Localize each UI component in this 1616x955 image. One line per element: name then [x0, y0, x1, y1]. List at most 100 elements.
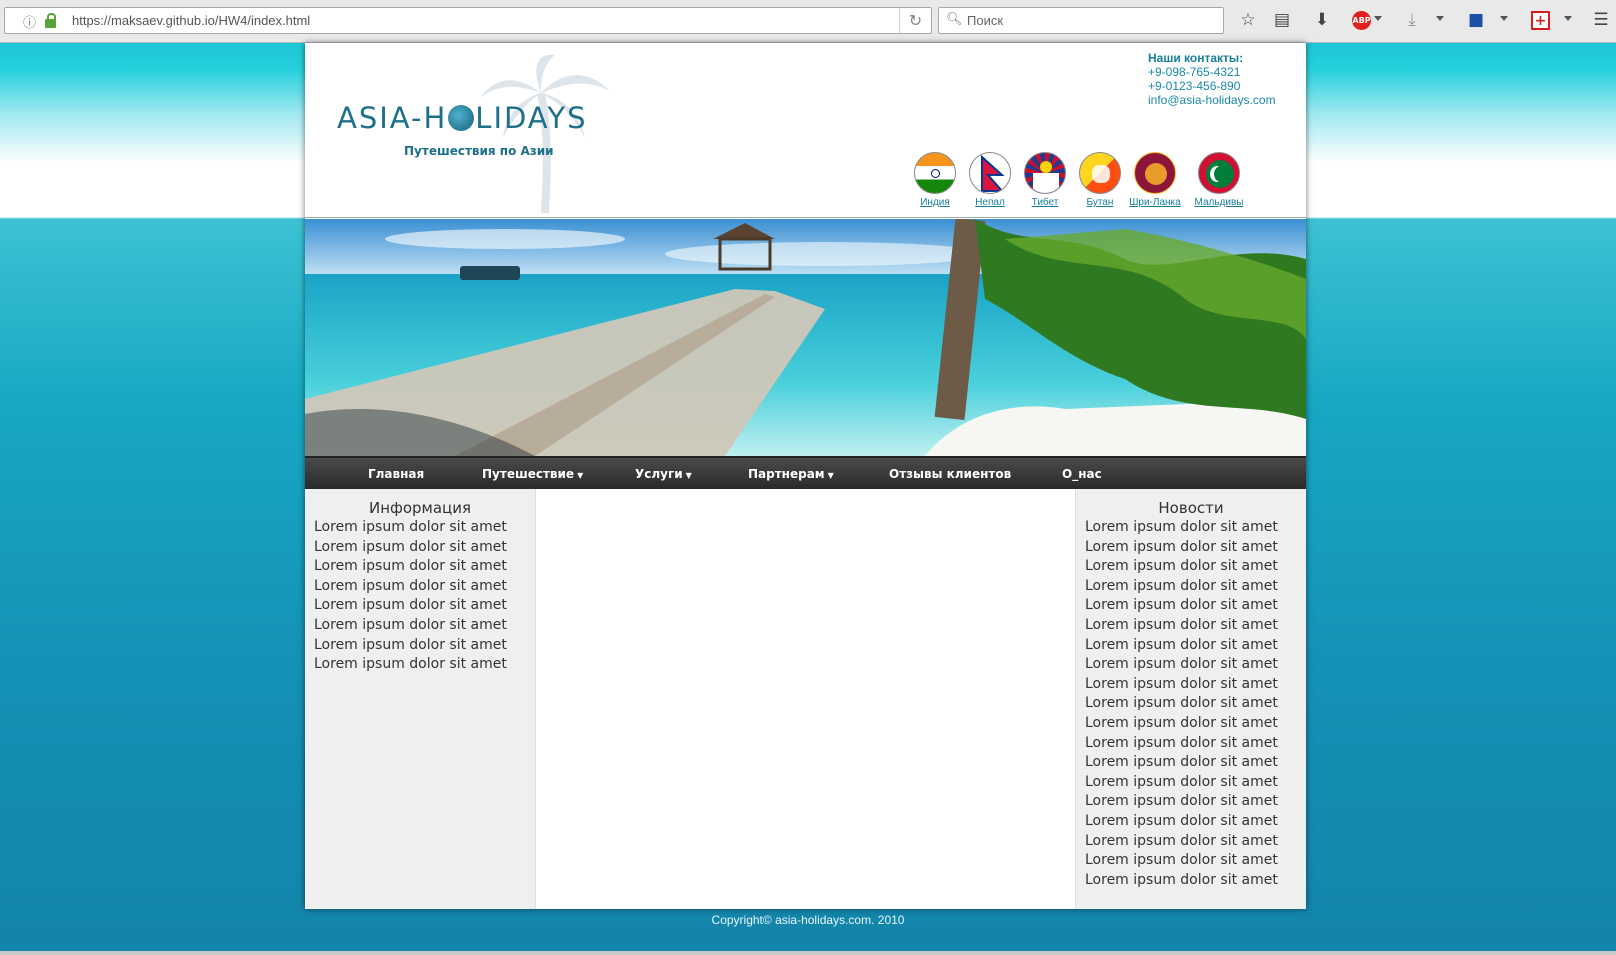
nav-item-about[interactable]: О_нас	[1062, 467, 1102, 481]
footer-copyright: Copyright© asia-holidays.com. 2010	[711, 913, 905, 927]
list-item[interactable]: Lorem ipsum dolor sit amet	[1085, 734, 1306, 754]
chevron-down-icon: ▼	[827, 471, 834, 480]
flag-label[interactable]: Мальдивы	[1189, 197, 1249, 208]
contact-email[interactable]: info@asia-holidays.com	[1148, 93, 1276, 107]
reload-icon[interactable]: ↻	[899, 8, 931, 33]
contacts-title: Наши контакты:	[1148, 51, 1244, 65]
list-item[interactable]: Lorem ipsum dolor sit amet	[314, 577, 535, 597]
list-item[interactable]: Lorem ipsum dolor sit amet	[314, 596, 535, 616]
search-placeholder[interactable]: Поиск	[967, 13, 1003, 28]
nav-label: Главная	[368, 467, 425, 481]
list-item[interactable]: Lorem ipsum dolor sit amet	[314, 538, 535, 558]
site-container: ASIA-H LIDAYS Путешествия по Азии Наши ко…	[305, 43, 1306, 909]
flag-link-srilanka[interactable]: Шри-Ланка	[1125, 152, 1185, 208]
site-tagline: Путешествия по Азии	[404, 144, 554, 158]
list-item[interactable]: Lorem ipsum dolor sit amet	[1085, 714, 1306, 734]
list-item[interactable]: Lorem ipsum dolor sit amet	[1085, 655, 1306, 675]
main-nav: Главная Путешествие ▼ Услуги ▼ Партнерам ▼ …	[305, 456, 1306, 489]
list-item[interactable]: Lorem ipsum dolor sit amet	[314, 518, 535, 538]
main-content	[536, 489, 1075, 909]
list-item[interactable]: Lorem ipsum dolor sit amet	[1085, 792, 1306, 812]
adblock-icon[interactable]: ABP	[1352, 11, 1371, 30]
download-arrow-icon[interactable]: ⬇	[1311, 9, 1333, 31]
list-item[interactable]: Lorem ipsum dolor sit amet	[1085, 518, 1306, 538]
flag-label[interactable]: Бутан	[1070, 197, 1130, 208]
flag-link-maldives[interactable]: Мальдивы	[1189, 152, 1249, 208]
list-item[interactable]: Lorem ipsum dolor sit amet	[1085, 812, 1306, 832]
logo-text-left: ASIA-H	[337, 101, 448, 135]
address-bar[interactable]: ⓘ https://maksaev.github.io/HW4/index.ht…	[4, 7, 932, 34]
flag-label[interactable]: Индия	[905, 197, 965, 208]
srilanka-flag-icon	[1134, 152, 1176, 194]
list-item[interactable]: Lorem ipsum dolor sit amet	[1085, 694, 1306, 714]
list-item[interactable]: Lorem ipsum dolor sit amet	[1085, 557, 1306, 577]
chevron-down-icon[interactable]	[1436, 16, 1444, 21]
globe-icon	[448, 105, 475, 131]
list-item[interactable]: Lorem ipsum dolor sit amet	[314, 655, 535, 675]
nepal-flag-icon	[969, 152, 1011, 194]
nav-label: Услуги	[635, 467, 683, 481]
list-item[interactable]: Lorem ipsum dolor sit amet	[1085, 773, 1306, 793]
addon-plus-icon[interactable]: +	[1531, 11, 1550, 30]
list-item[interactable]: Lorem ipsum dolor sit amet	[1085, 596, 1306, 616]
status-bar	[0, 951, 1616, 955]
banner-image	[305, 219, 1306, 456]
nav-label: Партнерам	[748, 467, 825, 481]
list-item[interactable]: Lorem ipsum dolor sit amet	[1085, 871, 1306, 891]
contact-phone-2: +9-0123-456-890	[1148, 79, 1241, 93]
list-item[interactable]: Lorem ipsum dolor sit amet	[1085, 753, 1306, 773]
list-item[interactable]: Lorem ipsum dolor sit amet	[314, 636, 535, 656]
list-item[interactable]: Lorem ipsum dolor sit amet	[1085, 675, 1306, 695]
list-item[interactable]: Lorem ipsum dolor sit amet	[1085, 538, 1306, 558]
chevron-down-icon[interactable]	[1500, 16, 1508, 21]
list-item[interactable]: Lorem ipsum dolor sit amet	[314, 557, 535, 577]
list-item[interactable]: Lorem ipsum dolor sit amet	[1085, 636, 1306, 656]
flag-link-india[interactable]: Индия	[905, 152, 965, 208]
chevron-down-icon[interactable]	[1374, 16, 1382, 21]
flag-label[interactable]: Шри-Ланка	[1125, 197, 1185, 208]
save-icon[interactable]: ■	[1465, 9, 1487, 31]
palm-tree-icon	[480, 54, 610, 214]
india-flag-icon	[914, 152, 956, 194]
downloads-icon[interactable]: ⤓	[1401, 9, 1423, 31]
flag-link-bhutan[interactable]: Бутан	[1070, 152, 1130, 208]
bhutan-flag-icon	[1079, 152, 1121, 194]
reading-list-icon[interactable]: ▤	[1271, 9, 1293, 31]
list-item[interactable]: Lorem ipsum dolor sit amet	[314, 616, 535, 636]
list-item[interactable]: Lorem ipsum dolor sit amet	[1085, 832, 1306, 852]
browser-toolbar: ⓘ https://maksaev.github.io/HW4/index.ht…	[0, 0, 1616, 43]
search-bar[interactable]: 🔍︎ Поиск	[938, 7, 1224, 34]
info-icon[interactable]: ⓘ	[23, 12, 36, 31]
url-text[interactable]: https://maksaev.github.io/HW4/index.html	[72, 13, 310, 28]
site-logo[interactable]: ASIA-H LIDAYS	[337, 101, 588, 135]
nav-item-home[interactable]: Главная	[368, 467, 424, 481]
menu-icon[interactable]: ☰	[1590, 9, 1612, 31]
flag-link-nepal[interactable]: Непал	[960, 152, 1020, 208]
contacts-block: Наши контакты: +9-098-765-4321 +9-0123-4…	[1148, 51, 1276, 107]
nav-item-reviews[interactable]: Отзывы клиентов	[889, 467, 1011, 481]
info-title: Информация	[368, 499, 472, 517]
list-item[interactable]: Lorem ipsum dolor sit amet	[1085, 577, 1306, 597]
contact-phone-1: +9-098-765-4321	[1148, 65, 1241, 79]
flag-link-tibet[interactable]: Тибет	[1015, 152, 1075, 208]
chevron-down-icon[interactable]	[1564, 16, 1572, 21]
logo-text-right: LIDAYS	[475, 101, 588, 135]
news-list: Lorem ipsum dolor sit amet Lorem ipsum do…	[1076, 518, 1306, 890]
lock-icon[interactable]	[45, 13, 56, 28]
info-sidebar: Информация Lorem ipsum dolor sit amet Lor…	[305, 489, 536, 909]
list-item[interactable]: Lorem ipsum dolor sit amet	[1085, 616, 1306, 636]
nav-item-travel[interactable]: Путешествие ▼	[482, 467, 583, 481]
info-list: Lorem ipsum dolor sit amet Lorem ipsum do…	[305, 518, 535, 675]
list-item[interactable]: Lorem ipsum dolor sit amet	[1085, 851, 1306, 871]
search-icon: 🔍︎	[946, 12, 963, 27]
maldives-flag-icon	[1198, 152, 1240, 194]
news-title: Новости	[1158, 499, 1224, 517]
site-header: ASIA-H LIDAYS Путешествия по Азии Наши ко…	[305, 43, 1306, 218]
nav-item-partners[interactable]: Партнерам ▼	[748, 467, 834, 481]
nav-item-services[interactable]: Услуги ▼	[635, 467, 692, 481]
nav-label: О_нас	[1062, 467, 1102, 481]
flag-label[interactable]: Тибет	[1015, 197, 1075, 208]
bookmark-star-icon[interactable]: ☆	[1237, 9, 1259, 31]
flag-label[interactable]: Непал	[960, 197, 1020, 208]
nav-label: Отзывы клиентов	[889, 467, 1012, 481]
